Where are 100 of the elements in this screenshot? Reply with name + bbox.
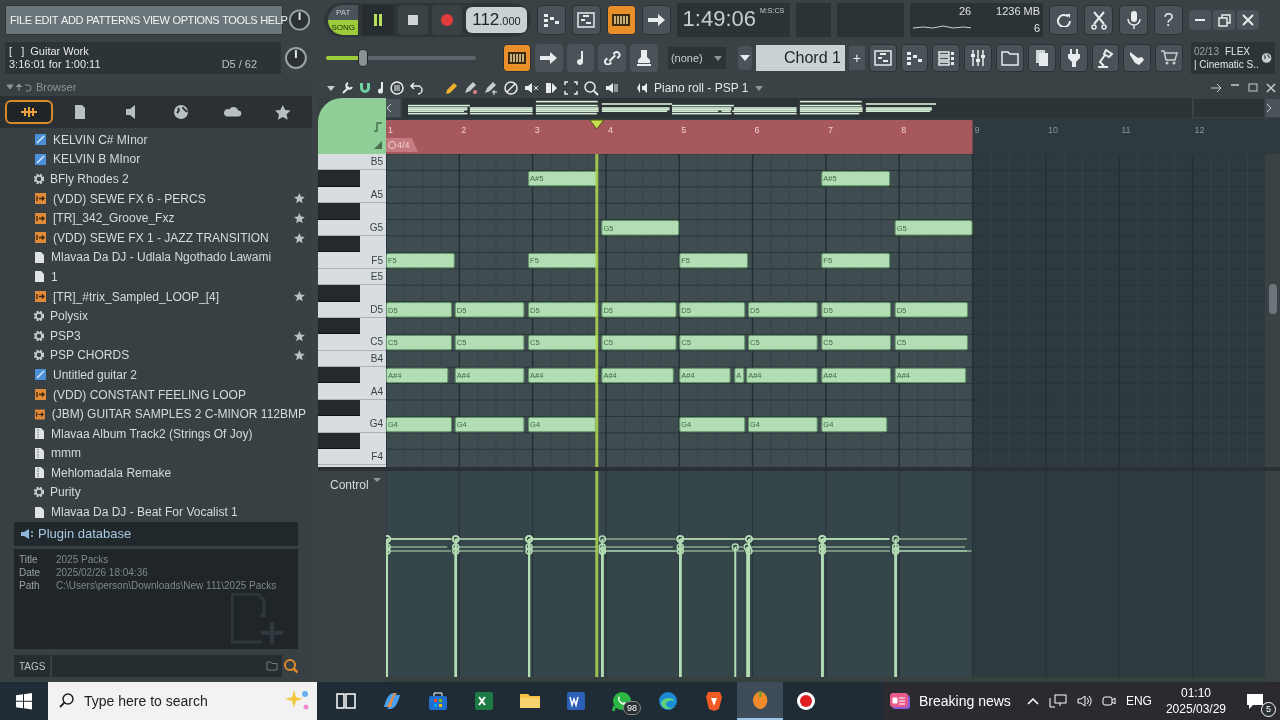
database-header[interactable]: Plugin database — [14, 522, 298, 546]
item-label: [TR]_#trix_Sampled_LOOP_[4] — [53, 288, 221, 306]
mode-toggle[interactable]: PAT — [328, 5, 359, 20]
item-label: BFly Rhodes 2 — [50, 171, 130, 188]
menu-item[interactable]: EDIT — [34, 11, 59, 29]
item-label: Polysix — [50, 308, 89, 326]
notification-count: 5 — [1261, 702, 1276, 717]
item-label: (VDD) CONSTANT FEELING LOOP — [53, 386, 247, 404]
browser-item[interactable]: PSP CHORDS — [0, 345, 312, 366]
item-label: Mehlomadala Remake — [51, 464, 173, 482]
language-indicator[interactable]: ENG — [1125, 692, 1152, 710]
info-value: 2025/02/26 18:04:36 — [56, 566, 148, 579]
piano-roll-title[interactable]: Piano roll - PSP 1 — [654, 79, 749, 97]
news-headline: Breaking news — [919, 691, 1011, 711]
add-pattern-button[interactable]: + — [848, 46, 865, 70]
menu-item[interactable]: PATTERNS — [86, 11, 140, 29]
natural-key[interactable]: F4 — [318, 449, 386, 466]
notifications-button[interactable]: 5 — [1246, 687, 1274, 715]
browser-item[interactable]: (VDD) SEWE FX 6 - PERCS — [0, 188, 312, 209]
natural-key[interactable]: C5 — [318, 334, 386, 351]
natural-key[interactable]: B5 — [318, 154, 386, 171]
news-widget[interactable]: Breaking news — [883, 682, 1017, 720]
item-label: (VDD) SEWE FX 1 - JAZZ TRANSITION — [53, 229, 270, 247]
clock[interactable]: 01:10 2025/03/29 — [1161, 685, 1230, 717]
menu-item[interactable]: HELP — [260, 11, 288, 29]
memory-reading: 1236 MB — [996, 4, 1041, 19]
bar-number: 7 — [827, 125, 833, 135]
hint-bracket: [ ] — [9, 45, 25, 58]
browser-item[interactable]: (JBM) GUITAR SAMPLES 2 C-MINOR 112BMP — [0, 404, 312, 424]
bar-number: 11 — [1121, 125, 1131, 135]
item-label: PSP CHORDS — [50, 347, 131, 365]
hint-title: Guitar Work — [30, 45, 89, 58]
news-text: | Cinematic S.. — [1193, 58, 1259, 71]
menu-item[interactable]: TOOLS — [222, 11, 258, 29]
browser-item[interactable]: PSP3 — [0, 325, 312, 346]
clock-date: 2025/03/29 — [1165, 701, 1226, 717]
taskbar-app[interactable]: 98 — [599, 682, 645, 720]
item-label: [TR]_342_Groove_Fxz — [53, 210, 176, 228]
news-panel[interactable]: 02/13 FLEX | Cinematic S.. — [1190, 42, 1275, 74]
database-title: Plugin database — [38, 525, 132, 544]
browser-item[interactable]: KELVIN B MInor — [0, 149, 312, 170]
item-label: (VDD) SEWE FX 6 - PERCS — [53, 190, 207, 208]
item-label: PSP3 — [50, 327, 82, 345]
info-label: Title — [19, 553, 39, 566]
hint-text: 3:16:01 for 1:00:11 — [9, 58, 101, 71]
item-label: Purity — [50, 484, 82, 502]
browser-item[interactable]: Mlavaa Da DJ - Udlala Ngothado Lawami — [0, 247, 312, 268]
menu-item[interactable]: VIEW — [143, 11, 170, 29]
browser-item[interactable]: Polysix — [0, 306, 312, 326]
bar-number: 3 — [534, 125, 540, 135]
search-field[interactable]: Type here to search — [48, 682, 317, 720]
item-label: Mlavaa Album Track2 (Strings Of Joy) — [51, 425, 254, 443]
bar-number: 1 — [388, 125, 393, 135]
browser-item[interactable]: Untitled guitar 2 — [0, 365, 312, 385]
hint-note: D5 / 62 — [221, 58, 258, 71]
tempo-display[interactable]: 112.000 — [466, 7, 527, 33]
info-label: Date — [19, 566, 42, 579]
item-label: Mlavaa Da DJ - Beat For Vocalist 1 — [51, 504, 239, 522]
item-label: (JBM) GUITAR SAMPLES 2 C-MINOR 112BMP — [51, 406, 306, 424]
browser-item[interactable]: 1 — [0, 267, 312, 287]
polyphony-reading: 6 — [1034, 20, 1041, 36]
bar-number: 9 — [974, 125, 980, 135]
menu-item[interactable]: FILE — [10, 11, 32, 29]
bar-number: 10 — [1047, 125, 1058, 135]
browser-item[interactable]: Mlavaa Album Track2 (Strings Of Joy) — [0, 423, 312, 444]
browser-item[interactable]: Mlavaa Da DJ - Beat For Vocalist 1 — [0, 502, 312, 522]
browser-item[interactable]: (VDD) CONSTANT FEELING LOOP — [0, 384, 312, 405]
browser-item[interactable]: mmm — [0, 443, 312, 464]
browser-title: Browser — [36, 79, 77, 95]
item-label: KELVIN C# MInor — [53, 131, 149, 149]
song-time: 1:49:06 — [682, 5, 756, 33]
menu-item[interactable]: OPTIONS — [172, 11, 220, 29]
news-tag: FLEX — [1224, 45, 1250, 58]
info-label: Path — [19, 579, 41, 592]
item-label: Untitled guitar 2 — [53, 366, 139, 384]
time-signature: 4/4 — [397, 140, 410, 150]
clock-time: 01:10 — [1180, 685, 1211, 701]
natural-key[interactable]: G4 — [318, 416, 386, 433]
tags-button[interactable]: TAGS — [14, 655, 51, 677]
cpu-reading: 26 — [958, 4, 972, 19]
help-button[interactable]: ? — [1154, 5, 1183, 35]
control-dropdown[interactable]: Control — [330, 477, 369, 493]
item-label: mmm — [51, 445, 82, 463]
tempo-fraction: .000 — [499, 15, 521, 29]
pattern-selector[interactable]: Chord 1 — [755, 45, 845, 71]
bar-number: 5 — [681, 125, 687, 135]
browser-item[interactable]: [TR]_#trix_Sampled_LOOP_[4] — [0, 286, 312, 307]
snap-dropdown[interactable]: (none) — [667, 47, 726, 69]
menu-item[interactable]: ADD — [61, 11, 84, 29]
browser-item[interactable]: [TR]_342_Groove_Fxz — [0, 208, 312, 228]
mode-toggle[interactable]: SONG — [328, 20, 359, 35]
browser-item[interactable]: Mehlomadala Remake — [0, 463, 312, 483]
bar-number: 6 — [754, 125, 760, 135]
bar-number: 2 — [461, 125, 467, 135]
item-label: 1 — [51, 268, 59, 286]
browser-item[interactable]: (VDD) SEWE FX 1 - JAZZ TRANSITION — [0, 227, 312, 248]
browser-item[interactable]: Purity — [0, 482, 312, 503]
browser-item[interactable]: KELVIN C# MInor — [0, 130, 312, 150]
browser-item[interactable]: BFly Rhodes 2 — [0, 169, 312, 189]
tempo-value: 112 — [472, 9, 500, 31]
